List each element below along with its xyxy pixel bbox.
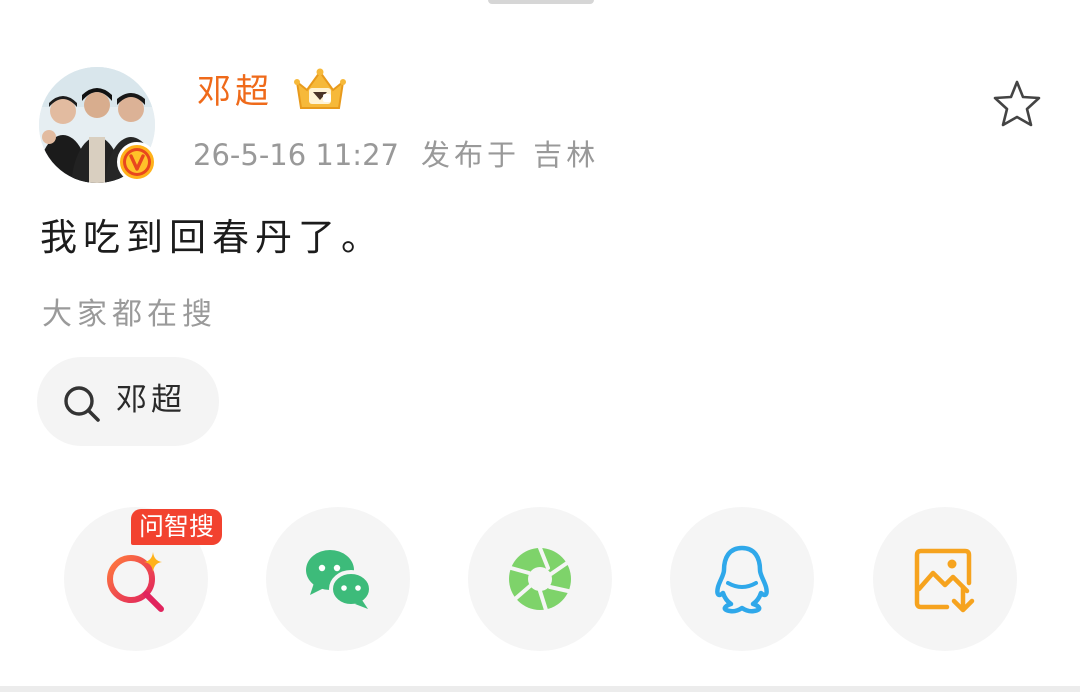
search-icon (64, 386, 100, 422)
post-text: 我吃到回春丹了。 (40, 216, 384, 259)
post-timestamp: 26-5-16 11:27 (193, 138, 399, 172)
share-save-image-button[interactable] (873, 507, 1017, 651)
author-avatar[interactable] (39, 67, 157, 185)
trending-label: 大家都在搜 (42, 297, 217, 332)
post-location: 发布于 吉林 (420, 138, 600, 172)
post-meta: 26-5-16 11:27 发布于 吉林 (193, 136, 599, 174)
share-wechat-button[interactable] (266, 507, 410, 651)
search-chip-label: 邓超 (116, 382, 186, 418)
sheet-bottom-divider (0, 686, 1080, 692)
crown-badge-icon[interactable] (293, 68, 347, 114)
moments-aperture-icon (509, 546, 571, 612)
ai-search-icon (107, 552, 164, 612)
favorite-star-icon[interactable] (990, 78, 1044, 130)
qq-icon (715, 545, 769, 614)
author-name[interactable]: 邓超 (197, 70, 273, 114)
share-qq-button[interactable] (670, 507, 814, 651)
save-image-icon (914, 548, 975, 613)
search-chip[interactable]: 邓超 (37, 357, 219, 446)
verified-badge-icon (117, 142, 157, 182)
sheet-drag-handle[interactable] (488, 0, 594, 4)
ai-search-tag: 问智搜 (131, 509, 223, 545)
wechat-icon (306, 550, 373, 609)
share-moments-button[interactable] (468, 507, 612, 651)
